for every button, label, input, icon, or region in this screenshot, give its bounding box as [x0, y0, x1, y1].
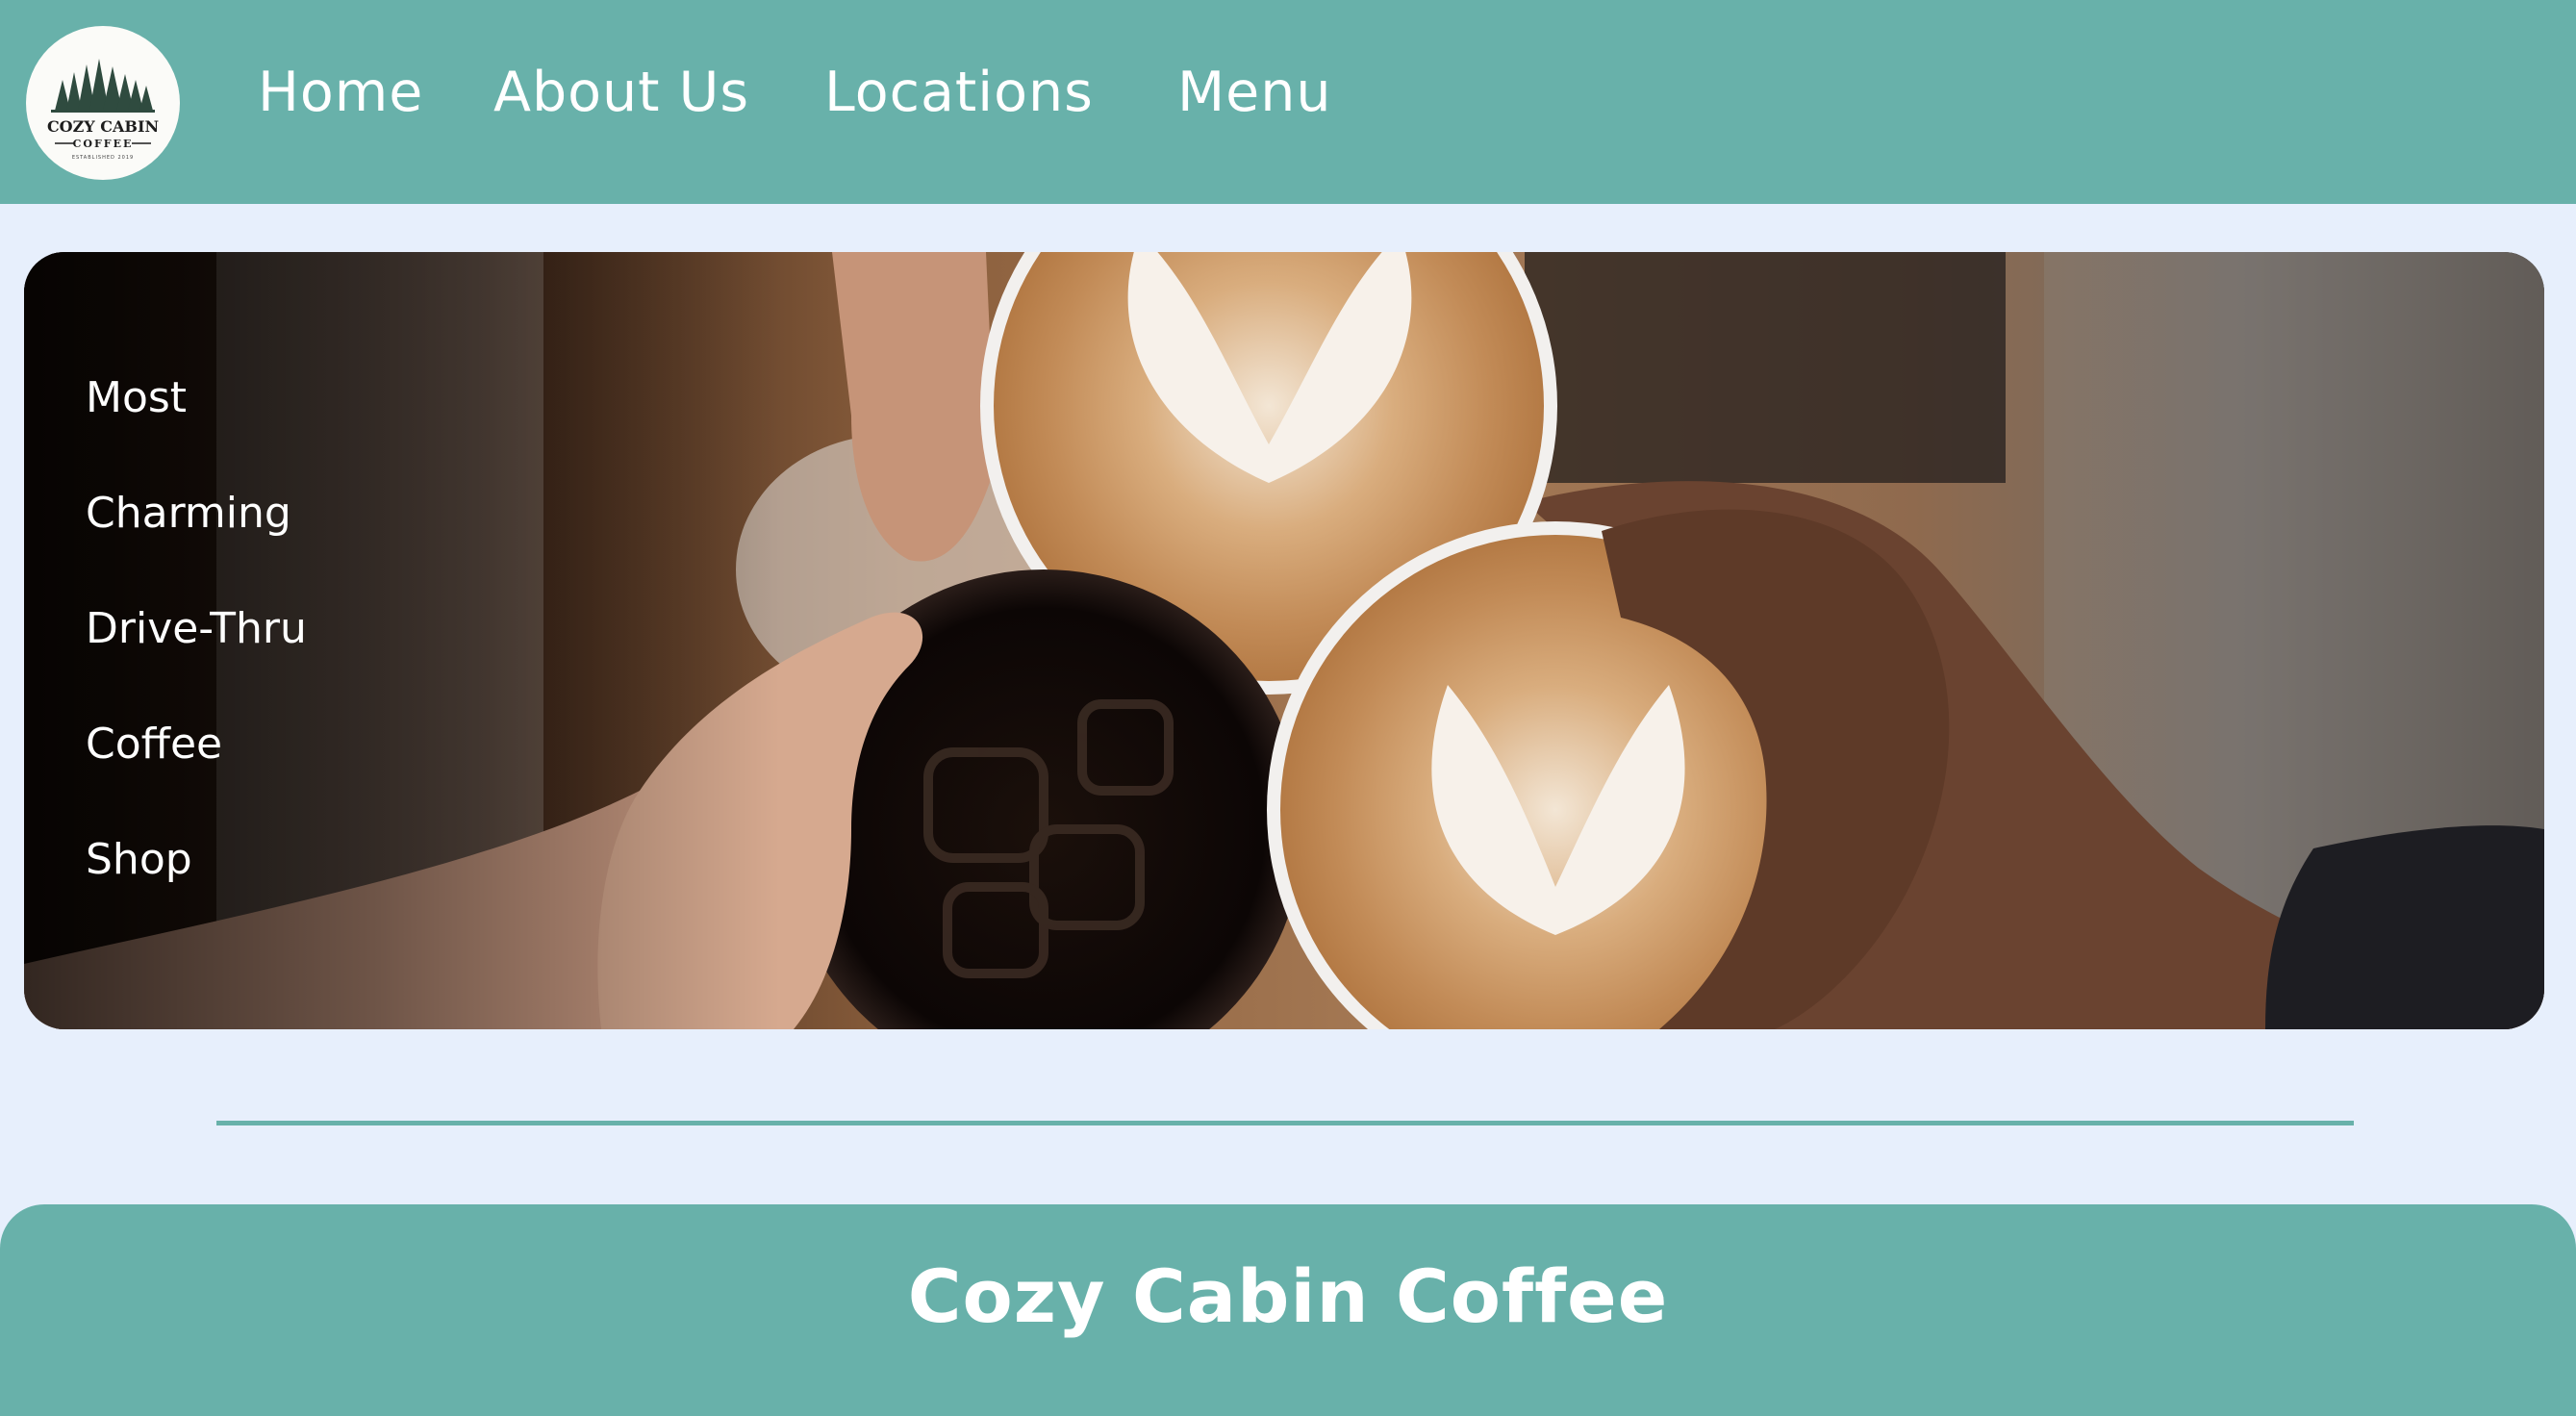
nav-link-home[interactable]: Home — [258, 65, 423, 120]
nav-link-about-us[interactable]: About Us — [493, 65, 749, 120]
cozy-cabin-logo[interactable]: COZY CABIN COFFEE ESTABLISHED 2019 — [26, 26, 180, 180]
hero-tagline-line-2: Charming — [86, 489, 291, 538]
hero-banner: Most Charming Drive-Thru Coffee Shop — [24, 252, 2544, 1029]
brand-title: Cozy Cabin Coffee — [907, 1253, 1669, 1339]
coffee-cups-photo — [24, 252, 2544, 1029]
hero-tagline-line-3: Drive-Thru — [86, 604, 307, 653]
top-navigation-bar: COZY CABIN COFFEE ESTABLISHED 2019 Home … — [0, 0, 2576, 204]
hero-tagline-line-1: Most — [86, 373, 188, 422]
logo-graphic: COZY CABIN COFFEE ESTABLISHED 2019 — [47, 59, 159, 161]
nav-link-menu[interactable]: Menu — [1177, 65, 1332, 120]
nav-link-locations[interactable]: Locations — [824, 65, 1094, 120]
logo-line2: COFFEE — [73, 138, 134, 150]
brand-section: Cozy Cabin Coffee — [0, 1204, 2576, 1416]
logo-line3: ESTABLISHED 2019 — [72, 155, 134, 161]
hero-tagline-line-4: Coffee — [86, 720, 223, 769]
logo-line1: COZY CABIN — [47, 117, 159, 136]
hero-tagline-line-5: Shop — [86, 835, 192, 884]
section-divider — [216, 1121, 2354, 1125]
